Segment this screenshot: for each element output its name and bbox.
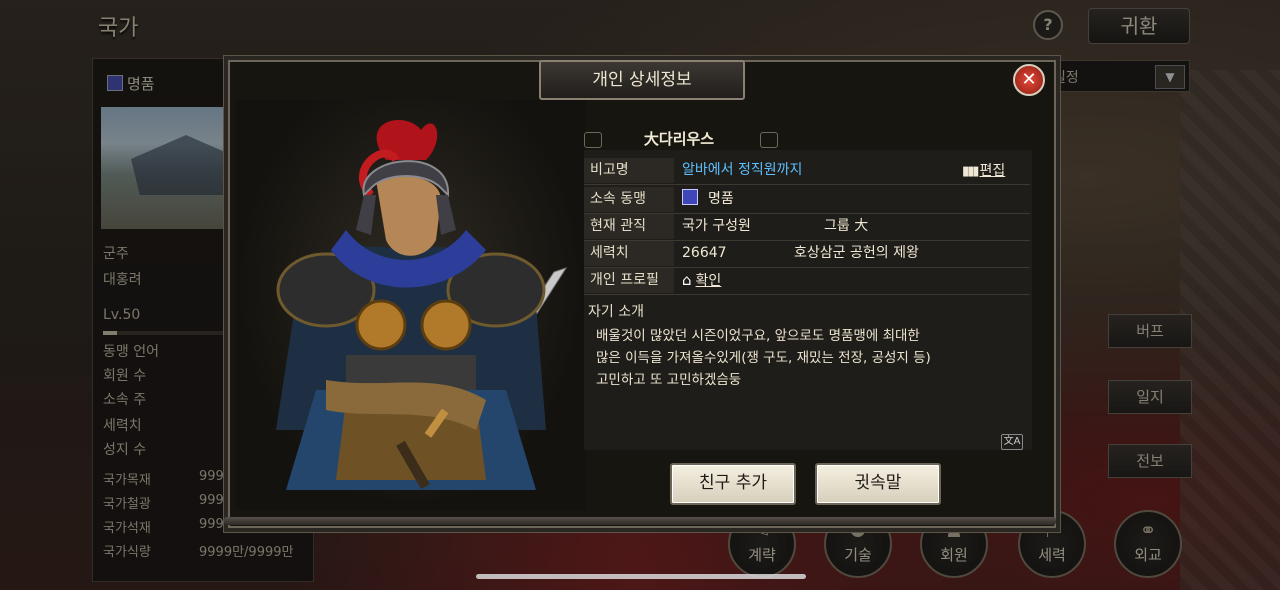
power-row: 세력치 26647 호상삼군 공헌의 제왕 [584, 241, 1030, 268]
position-label: 현재 관직 [584, 214, 674, 239]
position-row: 현재 관직 국가 구성원 그룹 大 [584, 214, 1030, 241]
profile-row: 개인 프로필 ⌂ 확인 [584, 268, 1030, 295]
position-value: 국가 구성원 [682, 218, 751, 234]
profile-link[interactable]: ⌂ 확인 [682, 268, 721, 294]
edit-button[interactable]: ▮▮▮ 편집 [962, 160, 1005, 180]
modal-bottom-rail [224, 517, 1056, 525]
add-friend-button[interactable]: 친구 추가 [670, 463, 796, 505]
intro-heading: 자기 소개 [588, 304, 644, 320]
intro-text: 배울것이 많았던 시즌이었구요, 앞으로도 명품맹에 최대한 많은 이득을 가져… [596, 328, 931, 388]
home-icon: ⌂ [682, 271, 692, 289]
group-value: 그룹 大 [824, 218, 869, 234]
alliance-row: 소속 동맹 명품 [584, 187, 1030, 214]
alliance-label: 소속 동맹 [584, 187, 674, 212]
alliance-emblem-icon [682, 189, 698, 205]
translate-icon[interactable]: 文A [1001, 434, 1023, 450]
edit-icon: ▮▮▮ [962, 164, 980, 179]
nickname-label: 비고명 [584, 158, 674, 183]
warrior-portrait-illustration [276, 120, 568, 490]
honor-title: 호상삼군 공헌의 제왕 [794, 245, 919, 261]
alliance-value: 명품 [682, 187, 734, 212]
close-button[interactable]: ✕ [1013, 64, 1045, 96]
modal-title: 개인 상세정보 [539, 60, 745, 100]
whisper-button[interactable]: 귓속말 [815, 463, 941, 505]
player-name: 大다리우스 [643, 130, 715, 148]
power-label: 세력치 [584, 241, 674, 266]
nickname-value: 알바에서 정직원까지 [682, 162, 803, 178]
home-indicator[interactable] [476, 574, 806, 579]
general-portrait [236, 100, 586, 510]
power-value: 26647 [682, 245, 727, 261]
profile-label: 개인 프로필 [584, 268, 674, 293]
